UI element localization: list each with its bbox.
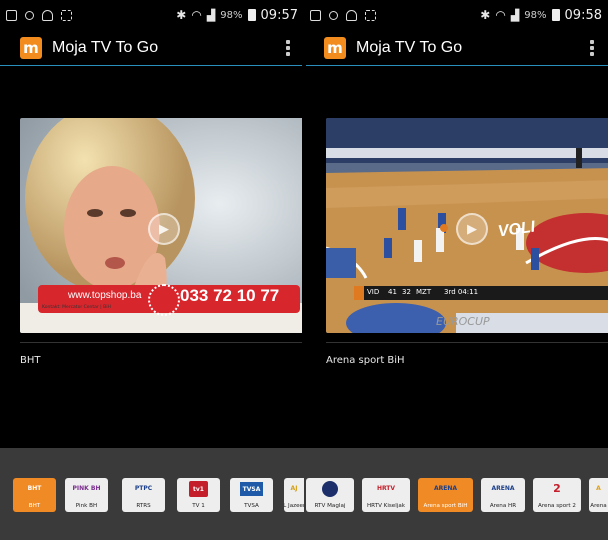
channel-logo: TVSA [240, 482, 263, 496]
game-clock: 3rd 04:11 [444, 288, 479, 296]
channel-name: Arena sport BiH [423, 502, 468, 509]
channel-tile-tv1[interactable]: tv1 TV 1 [177, 478, 220, 512]
bluetooth-icon: ✱ [176, 8, 187, 22]
battery-percent: 98% [220, 9, 243, 21]
bluetooth-icon: ✱ [480, 8, 491, 22]
app-title: Moja TV To Go [356, 38, 463, 56]
channel-name: Arena HR [489, 502, 517, 509]
floor-logo: EUROCUP [436, 315, 490, 328]
scoreboard-teams: VID [367, 288, 380, 296]
channel-logo: РТРС [134, 485, 153, 492]
video-player[interactable]: www.topshop.ba Kontakt: Mercator Centar … [20, 118, 304, 333]
channel-logo: tv1 [189, 481, 208, 497]
cast-icon [61, 9, 72, 21]
channel-tile-tvsa[interactable]: TVSA TVSA [230, 478, 273, 512]
channel-logo: ARENA [433, 485, 458, 492]
channel-tile-arena-sport-bih[interactable]: ARENA Arena sport BiH [418, 478, 473, 512]
channel-tile-arena-sport-2[interactable]: 2 Arena sport 2 [533, 478, 581, 512]
app-logo-icon[interactable]: m [324, 36, 346, 59]
score-a: 41 [388, 288, 397, 296]
app-logo-icon[interactable]: m [20, 36, 42, 59]
video-player[interactable]: VOLI VID 41 32 MZT 3rd 04:11 EUROCUP ▶ [326, 118, 608, 333]
signal-icon: ▟ [206, 8, 216, 22]
current-channel-label: BHT [20, 355, 41, 366]
wifi-icon: ◠ [495, 8, 506, 22]
gallery-icon [6, 9, 17, 21]
rtv-maglaj-logo-icon [322, 480, 338, 497]
channel-logo: PINK BH [72, 485, 101, 492]
screen-gap [302, 0, 306, 448]
overflow-menu-icon[interactable] [590, 39, 594, 56]
channel-name: RTRS [136, 502, 151, 509]
channel-tile-rtrs[interactable]: РТРС RTRS [122, 478, 165, 512]
wifi-icon: ◠ [191, 8, 202, 22]
phone-icon [148, 284, 180, 316]
channel-name: Pink BH [75, 502, 98, 509]
app-bar: m Moja TV To Go [0, 30, 304, 66]
score-b: 32 [402, 288, 411, 296]
channel-tile-hrtv-kiseljak[interactable]: HRTV HRTV Kiseljak [362, 478, 410, 512]
divider [326, 342, 608, 343]
divider [20, 342, 304, 343]
promo-phone: 033 72 10 77 [180, 286, 280, 305]
channel-name: RTV Maglaj [314, 502, 346, 509]
clock: 09:57 [260, 7, 298, 23]
battery-percent: 98% [524, 9, 547, 21]
channel-logo: A [596, 485, 601, 492]
app-bar: m Moja TV To Go [304, 30, 608, 66]
channel-name: Arena [590, 502, 607, 509]
channel-tile-rtv-maglaj[interactable]: RTV Maglaj [306, 478, 354, 512]
download-icon [329, 10, 338, 20]
channel-tile-al-jazeera[interactable]: AJ AL Jazeera [284, 478, 304, 512]
app-title: Moja TV To Go [52, 38, 159, 56]
play-icon[interactable]: ▶ [456, 213, 488, 245]
channel-logo: AJ [290, 485, 298, 492]
battery-icon [551, 9, 560, 21]
bag-icon [42, 9, 53, 21]
bag-icon [346, 9, 357, 21]
channel-name: AL Jazeera [284, 502, 304, 509]
status-bar: ✱ ◠ ▟ 98% 09:57 [0, 0, 304, 30]
battery-icon [247, 9, 256, 21]
overflow-menu-icon[interactable] [286, 39, 290, 56]
channel-logo: 2 [553, 482, 561, 495]
channel-tile-pink-bh[interactable]: PINK BH Pink BH [65, 478, 108, 512]
promo-url: www.topshop.ba [68, 290, 142, 301]
channel-name: TV 1 [192, 502, 205, 509]
channel-logo: ARENA [491, 485, 515, 492]
cast-icon [365, 9, 376, 21]
channel-name: BHT [28, 502, 41, 509]
current-channel-label: Arena sport BiH [326, 355, 405, 366]
channel-logo: BHT [27, 485, 42, 492]
team-b: MZT [416, 288, 432, 296]
gallery-icon [310, 9, 321, 21]
signal-icon: ▟ [510, 8, 520, 22]
channel-tile-arena-hr[interactable]: ARENA Arena HR [481, 478, 525, 512]
download-icon [25, 10, 34, 20]
status-bar: ✱ ◠ ▟ 98% 09:58 [304, 0, 608, 30]
channel-name: HRTV Kiseljak [366, 502, 406, 509]
channel-tile-arena[interactable]: A Arena [589, 478, 608, 512]
clock: 09:58 [564, 7, 602, 23]
channel-tile-bht[interactable]: BHT BHT [13, 478, 56, 512]
promo-small-text: Kontakt: Mercator Centar | BiH [42, 305, 111, 310]
play-icon[interactable]: ▶ [148, 213, 180, 245]
channel-name: Arena sport 2 [538, 502, 576, 509]
channel-logo [306, 478, 354, 499]
channel-name: TVSA [244, 502, 259, 509]
channel-logo: HRTV [376, 485, 396, 492]
channel-strip[interactable]: BHT BHT PINK BH Pink BH РТРС RTRS tv1 TV… [0, 448, 608, 540]
